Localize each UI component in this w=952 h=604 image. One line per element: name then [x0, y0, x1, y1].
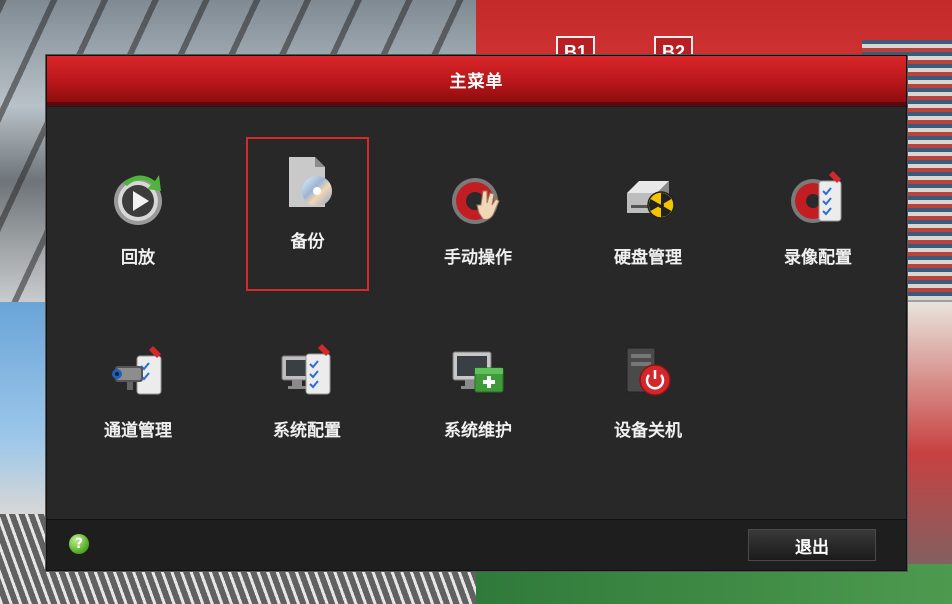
menu-item-power-off[interactable]: 设备关机 — [587, 320, 709, 470]
menu-label: 硬盘管理 — [614, 248, 682, 268]
record-config-icon — [791, 171, 842, 223]
power-off-icon — [626, 347, 671, 396]
menu-grid: 回放 备份 手动操作 硬盘管理 录像配置 通道管理 系统配置 系统维护 设备关机 — [47, 106, 906, 520]
manual-operation-icon — [452, 178, 500, 224]
title-bar: 主菜单 — [47, 56, 906, 106]
menu-label: 系统配置 — [273, 421, 341, 441]
backup-disc-icon — [288, 157, 332, 207]
camera-channel-icon — [112, 346, 162, 395]
menu-label: 手动操作 — [444, 248, 512, 268]
hdd-management-icon — [627, 181, 675, 219]
menu-label: 系统维护 — [444, 421, 512, 441]
main-menu-dialog: 主菜单 回放 备份 手动操作 硬盘管理 录像配置 通道管理 系统配置 系统维护 … — [46, 55, 907, 571]
menu-item-channel-management[interactable]: 通道管理 — [77, 320, 199, 470]
menu-item-backup[interactable]: 备份 — [246, 137, 369, 291]
menu-item-system-maintenance[interactable]: 系统维护 — [417, 320, 539, 470]
menu-item-hdd-management[interactable]: 硬盘管理 — [587, 147, 709, 297]
menu-label: 录像配置 — [784, 248, 852, 268]
playback-icon — [114, 175, 162, 225]
help-icon[interactable]: ? — [69, 534, 89, 554]
screen: B1 B2 主菜单 回放 备份 手动操作 硬盘管理 录像配置 通道管理 系统配置… — [0, 0, 952, 604]
menu-label: 回放 — [121, 248, 155, 268]
menu-label: 通道管理 — [104, 421, 172, 441]
menu-item-system-config[interactable]: 系统配置 — [246, 320, 368, 470]
dialog-title: 主菜单 — [449, 71, 504, 92]
dialog-footer: ? 退出 — [47, 519, 906, 570]
system-config-icon — [281, 344, 331, 395]
menu-item-playback[interactable]: 回放 — [77, 147, 199, 297]
menu-label: 备份 — [290, 232, 325, 252]
exit-button[interactable]: 退出 — [748, 529, 876, 561]
menu-item-manual-operation[interactable]: 手动操作 — [417, 147, 539, 297]
menu-item-record-config[interactable]: 录像配置 — [757, 147, 879, 297]
system-maintenance-icon — [452, 351, 504, 393]
menu-label: 设备关机 — [614, 421, 682, 441]
